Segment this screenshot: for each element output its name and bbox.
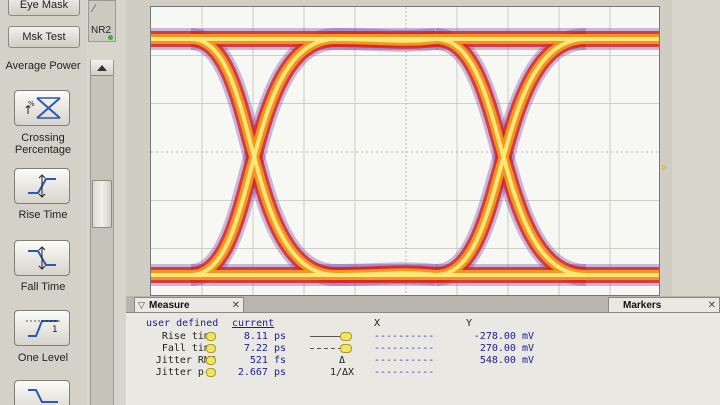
eye-trace — [189, 28, 338, 286]
close-icon[interactable]: ✕ — [232, 298, 240, 313]
one-level-icon: 1 — [26, 320, 60, 337]
measure-indicator[interactable] — [206, 368, 216, 377]
tab-markers-label: Markers — [623, 300, 662, 311]
average-power-label: Average Power — [5, 60, 81, 72]
svg-text:%: % — [28, 100, 35, 108]
rise-time-button[interactable] — [14, 168, 70, 204]
zero-level-button[interactable] — [14, 380, 70, 405]
eye-trace — [335, 37, 437, 43]
measure-row[interactable]: Fall time 7.22 ps ---------- 270.00 mV — [126, 343, 720, 354]
marker-x-header: X — [374, 318, 381, 329]
crossing-percentage-icon: ↑ % — [23, 97, 61, 119]
marker-y-value: -278.00 mV — [473, 331, 534, 342]
measure-name: Jitter p-p — [155, 367, 216, 378]
measure-name: Jitter RMS — [155, 355, 216, 366]
marker-y-value: 548.00 mV — [479, 355, 534, 366]
tab-measure[interactable]: ▽ Measure ✕ — [134, 297, 244, 312]
nr2-toggle[interactable]: ⁄ NR2 — [88, 0, 116, 42]
user-defined-header: user defined — [146, 318, 219, 329]
marker-y-value: 270.00 mV — [479, 343, 534, 354]
one-level-button[interactable]: 1 — [14, 310, 70, 346]
chevron-down-icon: ▽ — [138, 300, 145, 310]
eye-diagram-canvas — [151, 7, 659, 295]
zero-level-icon — [28, 389, 58, 403]
measurement-panel: user defined current X Y Rise time 8.11 … — [126, 312, 720, 405]
measure-value: 521 fs — [249, 355, 286, 366]
fall-time-label: Fall Time — [20, 281, 66, 293]
fall-time-icon — [28, 246, 56, 270]
measure-name: Rise time — [161, 331, 216, 342]
measure-value: 7.22 ps — [243, 343, 286, 354]
marker-symbol: 1/ΔX — [329, 367, 355, 378]
marker-x-value: ---------- — [374, 367, 435, 378]
chevron-up-icon — [97, 64, 107, 71]
measure-row[interactable]: Jitter RMS 521 fs Δ ---------- 548.00 mV — [126, 355, 720, 366]
measure-indicator[interactable] — [206, 356, 216, 365]
measure-name: Fall time — [161, 343, 216, 354]
tab-markers[interactable]: Markers ✕ — [608, 297, 720, 312]
fall-time-button[interactable] — [14, 240, 70, 276]
mask-test-button[interactable]: Msk Test — [8, 26, 80, 48]
marker-toggle[interactable] — [340, 332, 352, 341]
eye-diagram-display[interactable] — [150, 6, 660, 296]
measure-value: 8.11 ps — [243, 331, 286, 342]
left-toolbar: Eye Mask Msk Test Average Power ↑ % Cros… — [0, 0, 86, 405]
marker-indicator: ▹ — [662, 162, 668, 173]
measure-indicator[interactable] — [206, 332, 216, 341]
tab-measure-label: Measure — [149, 300, 190, 311]
rise-time-icon — [28, 174, 56, 198]
close-icon[interactable]: ✕ — [708, 298, 716, 313]
measure-row[interactable]: Rise time 8.11 ps ---------- -278.00 mV — [126, 331, 720, 342]
measure-row[interactable]: Jitter p-p 2.667 ps 1/ΔX ---------- — [126, 367, 720, 378]
measure-indicator[interactable] — [206, 344, 216, 353]
toolbar-scrollbar[interactable] — [90, 60, 114, 405]
nr2-label: NR2 — [91, 25, 112, 36]
svg-text:1: 1 — [52, 325, 58, 335]
eye-trace — [434, 31, 587, 283]
rise-time-label: Rise Time — [18, 209, 68, 221]
current-header: current — [232, 318, 275, 329]
measure-value: 2.667 ps — [237, 367, 286, 378]
eye-mask-button[interactable]: Eye Mask — [8, 0, 80, 16]
scroll-thumb[interactable] — [92, 180, 112, 228]
panel-tabs: ▽ Measure ✕ Markers ✕ — [126, 296, 720, 312]
marker-y-header: Y — [466, 318, 473, 329]
crossing-percentage-button[interactable]: ↑ % — [14, 90, 70, 126]
marker-toggle[interactable] — [340, 344, 352, 353]
scroll-up-button[interactable] — [91, 60, 113, 76]
one-level-label: One Level — [17, 352, 69, 364]
eye-trace — [335, 271, 437, 277]
crossing-percentage-label: Crossing Percentage — [14, 132, 72, 156]
nr2-status-dot — [108, 35, 113, 40]
marker-symbol: Δ — [338, 355, 346, 366]
